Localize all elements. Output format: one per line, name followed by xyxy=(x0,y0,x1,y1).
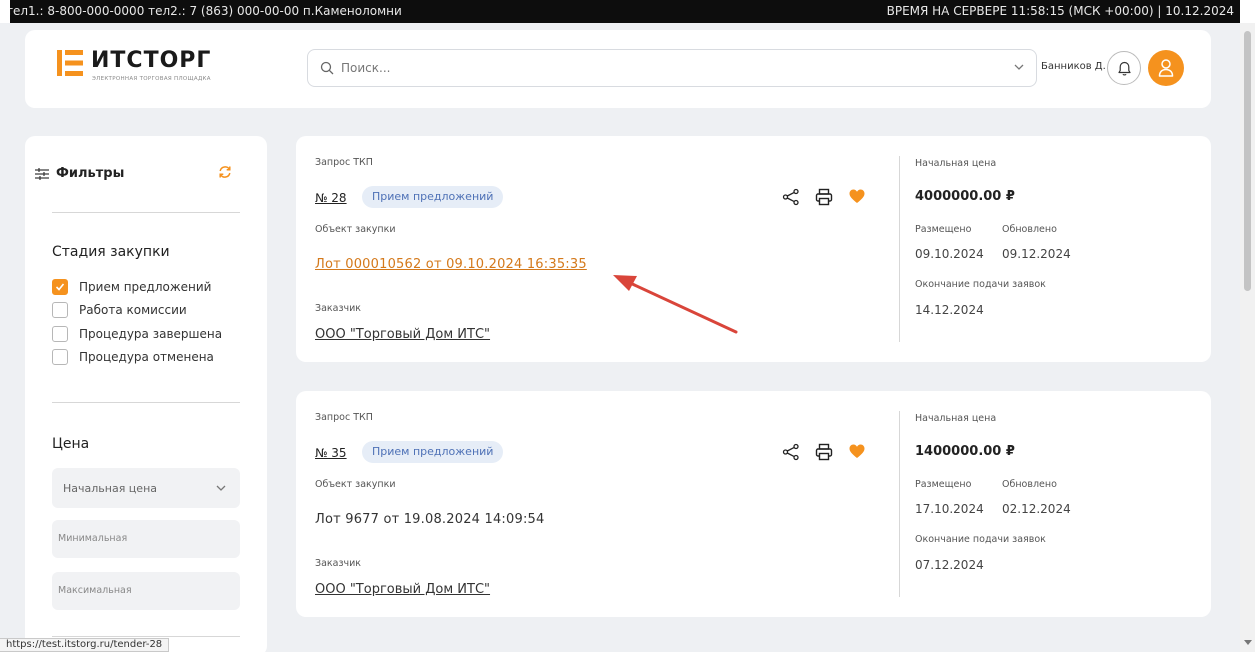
share-icon[interactable] xyxy=(782,443,800,461)
logo[interactable]: ИТСТОРГ ЭЛЕКТРОННАЯ ТОРГОВАЯ ПЛОЩАДКА xyxy=(57,46,247,92)
price-type-select[interactable]: Начальная цена xyxy=(52,468,240,508)
tender-card: Запрос ТКП № 35 Прием предложений Объект… xyxy=(296,391,1211,617)
logo-text: ИТСТОРГ xyxy=(91,48,212,73)
scrollbar[interactable] xyxy=(1240,23,1255,652)
tender-number-link[interactable]: № 28 xyxy=(315,191,347,205)
max-price-input[interactable]: Максимальная xyxy=(52,572,240,610)
print-icon[interactable] xyxy=(815,443,833,461)
object-label: Объект закупки xyxy=(315,224,396,235)
divider xyxy=(52,402,240,403)
server-time: ВРЕМЯ НА СЕРВЕРЕ 11:58:15 (МСК +00:00) |… xyxy=(886,4,1234,18)
status-badge: Прием предложений xyxy=(362,441,504,463)
user-avatar-button[interactable] xyxy=(1148,50,1184,86)
stage-label: Процедура завершена xyxy=(79,327,223,341)
stage-title: Стадия закупки xyxy=(52,244,170,260)
min-price-input[interactable]: Минимальная xyxy=(52,520,240,558)
header: ИТСТОРГ ЭЛЕКТРОННАЯ ТОРГОВАЯ ПЛОЩАДКА По… xyxy=(25,30,1211,108)
card-actions xyxy=(782,186,874,208)
divider xyxy=(52,636,240,637)
checkbox[interactable] xyxy=(52,326,68,342)
refresh-icon[interactable] xyxy=(218,165,232,179)
share-icon[interactable] xyxy=(782,188,800,206)
checkbox-checked[interactable] xyxy=(52,279,68,295)
divider xyxy=(52,212,240,213)
scroll-down-icon[interactable] xyxy=(1244,640,1252,646)
scrollbar-thumb[interactable] xyxy=(1244,31,1251,291)
end-label: Окончание подачи заявок xyxy=(915,534,1046,545)
contact-phones: тел1.: 8-800-000-0000 тел2.: 7 (863) 000… xyxy=(10,4,402,18)
placed-date: 17.10.2024 xyxy=(915,502,984,516)
stage-label: Работа комиссии xyxy=(79,303,187,317)
customer-link[interactable]: ООО "Торговый Дом ИТС" xyxy=(315,327,490,342)
filters-sidebar: Фильтры Стадия закупки Прием предложений… xyxy=(25,136,267,652)
tender-number-link[interactable]: № 35 xyxy=(315,446,347,460)
check-icon xyxy=(55,283,65,291)
placed-label: Размещено xyxy=(915,479,972,490)
object-label: Объект закупки xyxy=(315,479,396,490)
max-price-placeholder: Максимальная xyxy=(58,585,132,596)
price-title: Цена xyxy=(52,436,90,452)
tender-type: Запрос ТКП xyxy=(315,157,373,168)
end-date: 07.12.2024 xyxy=(915,558,984,572)
filter-icon xyxy=(35,168,49,180)
price-value: 4000000.00 ₽ xyxy=(915,189,1015,204)
updated-label: Обновлено xyxy=(1002,479,1057,490)
tender-card: Запрос ТКП № 28 Прием предложений Объект… xyxy=(296,136,1211,362)
search-icon xyxy=(320,61,334,75)
customer-link[interactable]: ООО "Торговый Дом ИТС" xyxy=(315,582,490,597)
end-label: Окончание подачи заявок xyxy=(915,279,1046,290)
lot-link[interactable]: Лот 000010562 от 09.10.2024 16:35:35 xyxy=(315,257,587,272)
filters-title: Фильтры xyxy=(56,166,125,181)
stage-label: Процедура отменена xyxy=(79,350,214,364)
placed-date: 09.10.2024 xyxy=(915,247,984,261)
user-icon xyxy=(1158,59,1174,77)
tender-type: Запрос ТКП xyxy=(315,412,373,423)
chevron-down-icon xyxy=(216,485,226,491)
end-date: 14.12.2024 xyxy=(915,303,984,317)
price-label: Начальная цена xyxy=(915,158,997,169)
checkbox[interactable] xyxy=(52,302,68,318)
stage-label: Прием предложений xyxy=(79,280,212,294)
user-name[interactable]: Банников Д. xyxy=(1041,61,1106,72)
card-divider xyxy=(899,156,900,342)
card-actions xyxy=(782,441,874,463)
notifications-button[interactable] xyxy=(1107,51,1141,85)
bell-icon xyxy=(1118,61,1131,76)
logo-mark-icon xyxy=(57,50,83,76)
search-input[interactable]: Поиск... xyxy=(307,49,1037,87)
link-status-bar: https://test.itstorg.ru/tender-28 xyxy=(0,638,170,652)
customer-label: Заказчик xyxy=(315,558,362,569)
updated-label: Обновлено xyxy=(1002,224,1057,235)
status-badge: Прием предложений xyxy=(362,186,504,208)
info-bar: тел1.: 8-800-000-0000 тел2.: 7 (863) 000… xyxy=(10,0,1240,23)
chevron-down-icon[interactable] xyxy=(1014,63,1024,71)
updated-date: 02.12.2024 xyxy=(1002,502,1071,516)
print-icon[interactable] xyxy=(815,188,833,206)
checkbox[interactable] xyxy=(52,349,68,365)
price-type-value: Начальная цена xyxy=(63,482,157,495)
search-placeholder: Поиск... xyxy=(341,61,391,75)
card-divider xyxy=(899,411,900,597)
updated-date: 09.12.2024 xyxy=(1002,247,1071,261)
price-value: 1400000.00 ₽ xyxy=(915,444,1015,459)
lot-text: Лот 9677 от 19.08.2024 14:09:54 xyxy=(315,512,545,527)
price-label: Начальная цена xyxy=(915,413,997,424)
logo-subtitle: ЭЛЕКТРОННАЯ ТОРГОВАЯ ПЛОЩАДКА xyxy=(92,76,211,82)
customer-label: Заказчик xyxy=(315,303,362,314)
heart-icon[interactable] xyxy=(849,444,865,459)
min-price-placeholder: Минимальная xyxy=(58,533,128,544)
heart-icon[interactable] xyxy=(849,189,865,204)
placed-label: Размещено xyxy=(915,224,972,235)
